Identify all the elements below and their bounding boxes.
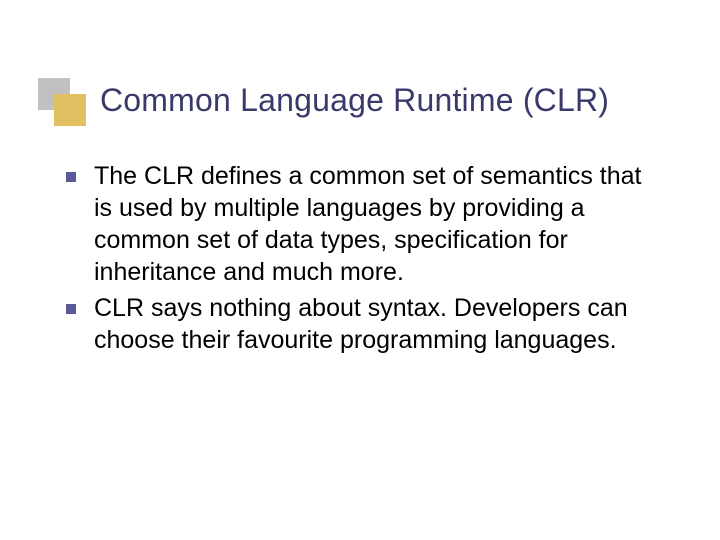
slide-body: The CLR defines a common set of semantic… — [66, 160, 660, 360]
list-item: The CLR defines a common set of semantic… — [66, 160, 660, 288]
square-front-icon — [54, 94, 86, 126]
slide: Common Language Runtime (CLR) The CLR de… — [0, 0, 720, 540]
list-item: CLR says nothing about syntax. Developer… — [66, 292, 660, 356]
corner-decoration — [38, 78, 80, 120]
slide-title: Common Language Runtime (CLR) — [100, 82, 680, 119]
bullet-icon — [66, 304, 76, 314]
bullet-text: CLR says nothing about syntax. Developer… — [94, 292, 660, 356]
bullet-icon — [66, 172, 76, 182]
bullet-text: The CLR defines a common set of semantic… — [94, 160, 660, 288]
